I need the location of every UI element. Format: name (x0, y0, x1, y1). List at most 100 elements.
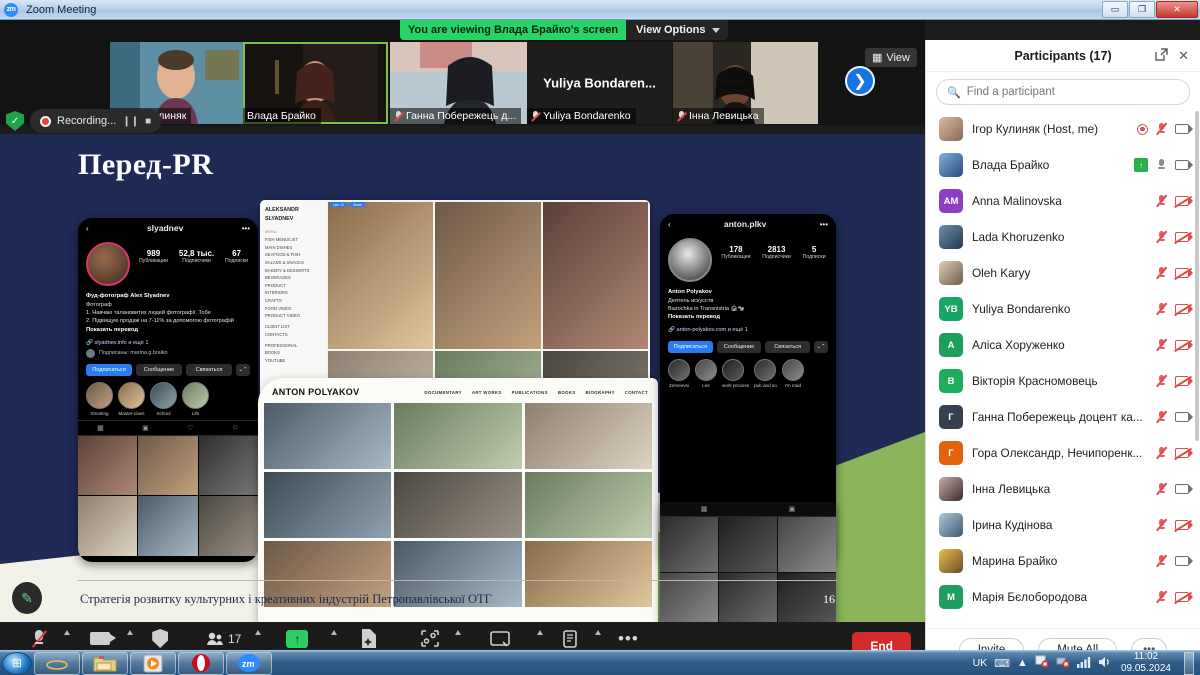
keyboard-icon[interactable]: ⌨ (994, 657, 1010, 670)
next-participants-button[interactable]: ❯ (845, 66, 875, 96)
mic-muted-icon (677, 110, 686, 122)
participants-list[interactable]: Ігор Кулиняк (Host, me) Влада Брайко ↑ A… (926, 111, 1200, 628)
language-indicator[interactable]: UK (973, 657, 988, 669)
whiteboard-icon (490, 629, 511, 649)
mic-muted-icon[interactable] (1156, 302, 1167, 316)
video-thumbnail-active-speaker[interactable]: Влада Брайко (243, 42, 388, 124)
list-item[interactable]: В Вікторія Красномовець (926, 363, 1200, 399)
avatar (939, 513, 963, 537)
restore-button[interactable]: ❐ (1129, 0, 1155, 18)
list-item[interactable]: Влада Брайко ↑ (926, 147, 1200, 183)
grid-tab-icon: ▦ (97, 424, 104, 432)
taskbar-item-internet-explorer[interactable]: e (34, 651, 80, 675)
taskbar-item-opera[interactable] (178, 651, 224, 675)
windows-start-icon[interactable]: ⊞ (2, 651, 32, 675)
camera-muted-icon[interactable] (1174, 519, 1193, 532)
grid-tab-icon: ▦ (700, 506, 708, 513)
camera-icon[interactable] (1175, 160, 1193, 170)
list-item[interactable]: YB Yuliya Bondarenko (926, 291, 1200, 327)
list-item[interactable]: Lada Khoruzenko (926, 219, 1200, 255)
close-icon[interactable]: ✕ (1178, 48, 1189, 64)
search-box[interactable]: 🔍 (936, 79, 1190, 105)
camera-muted-icon[interactable] (1174, 195, 1193, 208)
popout-icon[interactable] (1155, 47, 1168, 64)
stat-item: 52,8 тыс. Подписчики (178, 249, 215, 264)
stop-recording-button[interactable]: ■ (145, 116, 151, 127)
opera-icon (192, 654, 210, 672)
camera-muted-icon[interactable] (1174, 447, 1193, 460)
list-item[interactable]: Г Ганна Побережець доцент ка... (926, 399, 1200, 435)
camera-icon[interactable] (1175, 124, 1193, 134)
story-highlights: Shooting Master-class School Life (78, 380, 258, 420)
mic-muted-icon[interactable] (1156, 194, 1167, 208)
mic-muted-icon[interactable] (1156, 446, 1167, 460)
annotate-pen-button[interactable]: ✎ (12, 582, 42, 614)
taskbar-item-zoom[interactable]: zm (226, 651, 272, 675)
clock[interactable]: 11:02 09.05.2024 (1121, 651, 1171, 675)
volume-icon[interactable] (1098, 656, 1112, 671)
list-item[interactable]: A Аліса Хоруженко (926, 327, 1200, 363)
camera-muted-icon[interactable] (1174, 591, 1193, 604)
camera-icon[interactable] (1175, 484, 1193, 494)
profile-bio: Фуд-фотограф Alex Slyadnev Фотограф 1. Н… (86, 293, 234, 333)
close-button[interactable]: ✕ (1156, 0, 1198, 18)
menu-item: PROFESSIONAL (265, 342, 298, 348)
list-item[interactable]: AM Anna Malinovska (926, 183, 1200, 219)
minimize-button[interactable]: ▭ (1102, 0, 1128, 18)
list-item[interactable]: Інна Левицька (926, 471, 1200, 507)
scrollbar[interactable] (1195, 111, 1199, 441)
mic-icon[interactable] (1156, 158, 1167, 172)
photo-tile (328, 202, 434, 349)
mic-muted-icon[interactable] (1156, 554, 1167, 568)
mic-muted-icon[interactable] (1156, 122, 1167, 136)
mic-muted-icon[interactable] (1156, 338, 1167, 352)
like-button: Like 12 (330, 202, 347, 207)
photo-tile (394, 403, 522, 469)
photo-tile (78, 496, 138, 556)
pause-recording-button[interactable]: ❙❙ (122, 116, 139, 127)
highlight-cover (182, 381, 209, 409)
list-item[interactable]: Oleh Karyy (926, 255, 1200, 291)
encryption-shield-icon[interactable]: ✓ (6, 111, 24, 131)
camera-muted-icon[interactable] (1174, 231, 1193, 244)
signal-icon[interactable] (1076, 656, 1091, 671)
mic-muted-icon[interactable] (1156, 482, 1167, 496)
flag-error-icon[interactable] (1035, 655, 1049, 671)
video-thumbnail[interactable]: Ганна Побережець д... (390, 42, 535, 124)
thumbnail-name-label: Інна Левицька (673, 108, 764, 124)
camera-icon[interactable] (1175, 556, 1193, 566)
video-thumbnail[interactable]: Інна Левицька (673, 42, 818, 124)
search-input[interactable] (966, 86, 1179, 98)
divider (78, 580, 837, 581)
camera-icon[interactable] (1175, 412, 1193, 422)
view-layout-button[interactable]: ▦ View (864, 48, 917, 67)
window-controls: ▭ ❐ ✕ (1102, 0, 1200, 19)
mic-muted-icon[interactable] (1156, 518, 1167, 532)
taskbar-item-file-explorer[interactable] (82, 651, 128, 675)
search-area: 🔍 (926, 72, 1200, 111)
grid-icon: ▦ (871, 52, 883, 64)
camera-muted-icon[interactable] (1174, 303, 1193, 316)
list-item[interactable]: M Марія Бєлобородова (926, 579, 1200, 615)
highlight-item: Shooting (86, 381, 113, 416)
list-item[interactable]: Ірина Кудінова (926, 507, 1200, 543)
mic-muted-icon[interactable] (1156, 410, 1167, 424)
video-thumbnail-no-video[interactable]: Yuliya Bondaren... Yuliya Bondarenko (527, 42, 672, 124)
mic-muted-icon[interactable] (1156, 590, 1167, 604)
slide-title: Перед-PR (78, 148, 214, 181)
network-error-icon[interactable] (1056, 655, 1070, 671)
mic-muted-icon[interactable] (1156, 266, 1167, 280)
list-item[interactable]: Ігор Кулиняк (Host, me) (926, 111, 1200, 147)
camera-muted-icon[interactable] (1174, 375, 1193, 388)
camera-muted-icon[interactable] (1174, 339, 1193, 352)
shared-screen-content[interactable]: Перед-PR ‹ slyadnev ••• 989 Публикации 5… (0, 134, 925, 622)
view-options-button[interactable]: View Options (626, 20, 727, 40)
mic-muted-icon[interactable] (1156, 374, 1167, 388)
camera-muted-icon[interactable] (1174, 267, 1193, 280)
list-item[interactable]: Г Гора Олександр, Нечипоренк... (926, 435, 1200, 471)
list-item[interactable]: Марина Брайко (926, 543, 1200, 579)
taskbar-item-media-player[interactable] (130, 651, 176, 675)
show-hidden-icons-button[interactable]: ▲ (1017, 657, 1028, 669)
mic-muted-icon[interactable] (1156, 230, 1167, 244)
show-desktop-button[interactable] (1184, 651, 1194, 675)
